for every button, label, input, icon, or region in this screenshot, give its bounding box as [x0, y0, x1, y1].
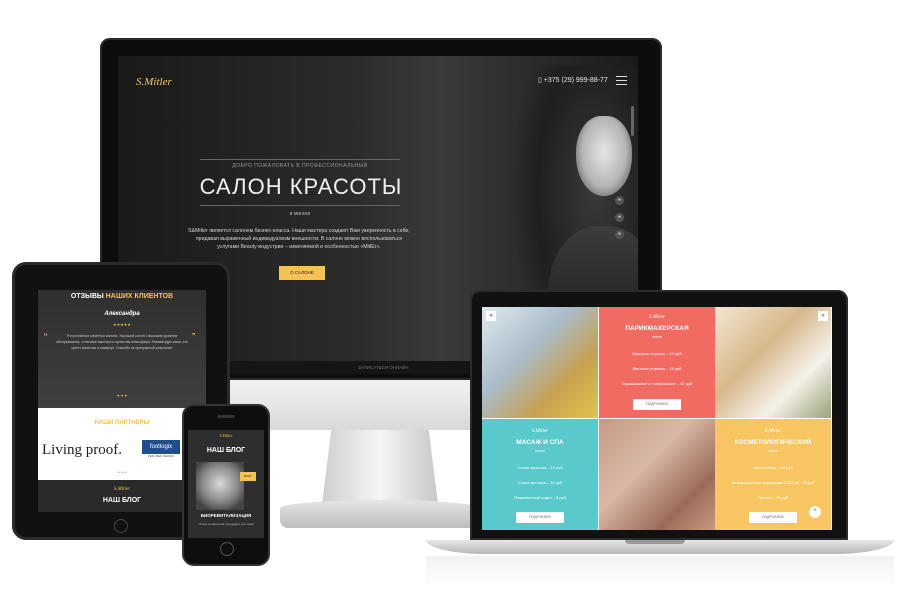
phone-speaker [217, 415, 235, 418]
social-button-vk[interactable]: ● [615, 196, 624, 205]
facebook-icon: ● [617, 214, 622, 220]
card-title: КОСМЕТОЛОГИЧЕСКИЙ [734, 439, 812, 446]
reviews-pager[interactable]: • • • [38, 394, 206, 400]
blog-post-tag: БЛОГ [240, 472, 256, 481]
rating-stars: ★★★★★ [113, 322, 131, 327]
about-button[interactable]: О САЛОНЕ [279, 266, 325, 280]
blog-section [38, 480, 206, 512]
more-button[interactable]: ПОДРОБНЕЕ [749, 512, 797, 523]
card-logo: S.Mitler [648, 315, 666, 320]
monitor-foot [280, 500, 480, 528]
review-text: Я постоянная клиентка салона. Хороший са… [56, 334, 188, 350]
phone-home-button[interactable] [220, 542, 234, 556]
monitor-stand [322, 430, 438, 504]
price-item: Мужская стрижка – 10 руб [632, 351, 682, 356]
menu-icon[interactable] [616, 76, 627, 88]
blog-logo: S.Mitler [113, 487, 131, 492]
partner-logo-livingproof[interactable]: Living proof. [42, 442, 122, 459]
tablet-home-button[interactable] [114, 519, 128, 533]
card-logo: S.Mitler [531, 429, 549, 434]
laptop-screen: S.Mitler ПАРИКМАХЕРСКАЯ салон Мужская ст… [482, 307, 832, 530]
card-title: ПАРИКМАХЕРСКАЯ [625, 325, 689, 332]
hero-city: в минске [289, 211, 311, 217]
laptop-reflection [426, 556, 894, 586]
phone-logo: S.Mitler [219, 433, 233, 438]
price-item: Спина женская – 15 руб [517, 480, 563, 485]
scroll-top-icon[interactable]: ^ [809, 506, 821, 518]
price-item: Антивозрастная программа COCOA – 55 руб [731, 480, 815, 485]
model-photo-face [576, 116, 632, 196]
social-button-instagram[interactable]: ● [615, 230, 624, 239]
blog-post-title[interactable]: БИОРЕВИТАЛИЗАЦИЯ [188, 513, 264, 518]
online-booking-link[interactable]: ЗАПИСАТЬСЯ ОНЛАЙН [358, 365, 408, 370]
blog-heading: НАШ БЛОГ [102, 497, 142, 504]
service-card-hair: S.Mitler ПАРИКМАХЕРСКАЯ салон Мужская ст… [599, 307, 715, 418]
social-button-facebook[interactable]: ● [615, 213, 624, 222]
vk-icon: ● [617, 197, 622, 203]
hero-description: S&Mitler является салоном бизнес-класса.… [188, 228, 410, 250]
card-subtitle: салон [652, 335, 662, 339]
blog-post-excerpt: Очень интересная процедура для лица [198, 522, 254, 526]
quote-open-icon: “ [44, 332, 48, 343]
card-subtitle: салон [535, 449, 545, 453]
more-button[interactable]: ПОДРОБНЕЕ [633, 399, 681, 410]
card-title: МАСАЖ И СПА [516, 439, 564, 446]
reviews-heading: ОТЗЫВЫ НАШИХ КЛИЕНТОВ [70, 293, 174, 300]
salon-photo-cosmetology [715, 307, 831, 418]
header-phone[interactable]: ▯ +375 (29) 999-88-77 [538, 76, 608, 84]
card-subtitle: салон [768, 449, 778, 453]
hero-divider [200, 205, 400, 206]
site-logo[interactable]: S.Mitler [136, 76, 172, 88]
blog-post-image[interactable] [196, 462, 244, 510]
quote-close-icon: ” [192, 332, 196, 343]
partners-pager[interactable]: • • • [38, 470, 206, 476]
price-item: Пилинг – 25 руб [758, 495, 788, 500]
service-card-spa: S.Mitler МАСАЖ И СПА салон Спина мужская… [482, 419, 598, 530]
next-arrow-icon[interactable]: » [818, 311, 828, 321]
price-item: Женская стрижка – 15 руб [632, 366, 682, 371]
hero-title: САЛОН КРАСОТЫ [199, 174, 403, 199]
salon-photo-spa [599, 419, 715, 530]
salon-photo-hair [482, 307, 598, 418]
card-logo: S.Mitler [764, 429, 782, 434]
reviewer-name: Александра [104, 311, 140, 317]
laptop-notch [625, 540, 685, 544]
tablet-screen: ОТЗЫВЫ НАШИХ КЛИЕНТОВ Александра ★★★★★ “… [38, 290, 206, 512]
price-item: Пожизненный отдел – 8 руб [514, 495, 566, 500]
partner-footlogix-sub: PEDI-MED SERIES [147, 454, 175, 458]
prev-arrow-icon[interactable]: « [486, 311, 496, 321]
instagram-icon: ● [617, 231, 622, 237]
more-button[interactable]: ПОДРОБНЕЕ [516, 512, 564, 523]
scrollbar[interactable] [631, 106, 634, 136]
partner-logo-footlogix[interactable]: footlogix [142, 440, 180, 454]
price-item: Чистка лица – 40 руб [753, 465, 793, 470]
welcome-text: ДОБРО ПОЖАЛОВАТЬ В ПРОФЕССИОНАЛЬНЫЙ [200, 159, 400, 169]
price-item: Спина мужская – 10 руб [517, 465, 563, 470]
phone-screen: S.Mitler НАШ БЛОГ БЛОГ БИОРЕВИТАЛИЗАЦИЯ … [188, 430, 264, 538]
phone-blog-heading: НАШ БЛОГ [206, 447, 246, 454]
partners-heading: НАШИ ПАРТНЕРЫ [94, 420, 150, 426]
price-item: Окрашивание и тонирование – 20 руб [621, 381, 693, 386]
